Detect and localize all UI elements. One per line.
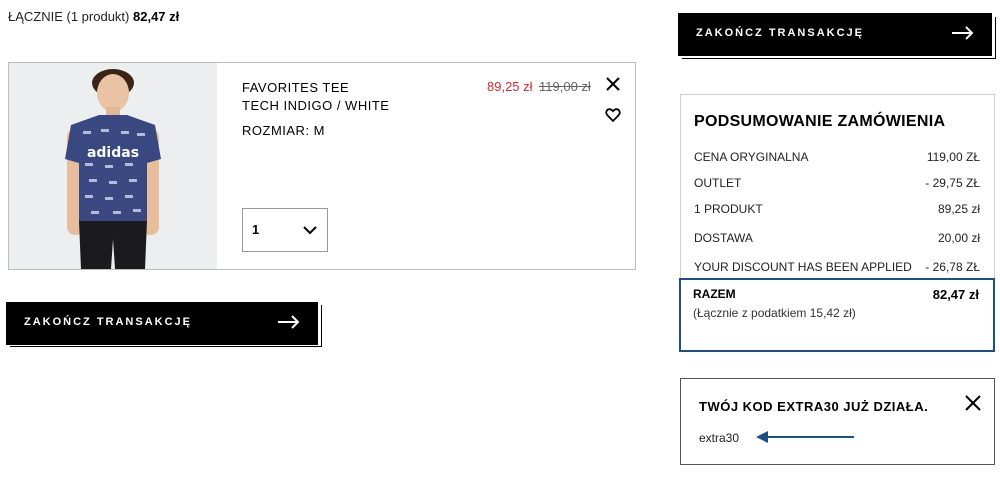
arrow-right-icon <box>952 26 974 40</box>
cart-total-line: ŁĄCZNIE (1 produkt) 82,47 zł <box>8 9 179 24</box>
close-icon <box>606 77 620 91</box>
original-price: 119,00 zł <box>539 79 591 94</box>
summary-row-label: CENA ORYGINALNA <box>694 150 809 164</box>
product-size: ROZMIAR: M <box>242 123 325 138</box>
cart-total-amount: 82,47 zł <box>133 9 180 24</box>
sale-price: 89,25 zł <box>487 79 533 94</box>
summary-row-value: 119,00 ZŁ <box>926 150 980 164</box>
summary-row-value: - 29,75 ZŁ <box>925 176 980 190</box>
summary-row-label: DOSTAWA <box>694 231 753 245</box>
checkout-button-label: ZAKOŃCZ TRANSAKCJĘ <box>696 27 864 39</box>
heart-icon <box>605 108 621 123</box>
summary-row-label: 1 PRODUKT <box>694 202 763 216</box>
quantity-select[interactable]: 1 <box>242 208 328 252</box>
summary-row: CENA ORYGINALNA 119,00 ZŁ <box>694 150 980 164</box>
promo-title: TWÓJ KOD EXTRA30 JUŻ DZIAŁA. <box>699 399 929 414</box>
summary-row-label: YOUR DISCOUNT HAS BEEN APPLIED <box>694 260 912 274</box>
chevron-down-icon <box>303 226 317 235</box>
summary-row-label: OUTLET <box>694 176 742 190</box>
remove-promo-button[interactable] <box>964 394 982 412</box>
shirt-logo: adidas <box>87 145 139 161</box>
summary-row-value: - 26,78 ZŁ <box>925 260 980 274</box>
summary-row: DOSTAWA 20,00 zł <box>694 231 980 245</box>
product-image[interactable]: adidas <box>9 63 217 269</box>
cart-item-card: adidas FAVORITES TEE TECH INDIGO / WHITE… <box>8 62 636 270</box>
product-color: TECH INDIGO / WHITE <box>242 98 390 113</box>
promo-code-value: extra30 <box>699 431 740 445</box>
promo-code-box: TWÓJ KOD EXTRA30 JUŻ DZIAŁA. extra30 <box>680 378 995 465</box>
quantity-value: 1 <box>252 222 260 237</box>
summary-row: YOUR DISCOUNT HAS BEEN APPLIED - 26,78 Z… <box>694 260 980 274</box>
summary-row: OUTLET - 29,75 ZŁ <box>694 176 980 190</box>
total-value: 82,47 zł <box>932 287 979 302</box>
checkout-button-top[interactable]: ZAKOŃCZ TRANSAKCJĘ <box>678 13 992 56</box>
cart-total-label: ŁĄCZNIE (1 produkt) <box>8 9 130 24</box>
summary-row-value: 89,25 zł <box>937 202 980 216</box>
checkout-button-bottom[interactable]: ZAKOŃCZ TRANSAKCJĘ <box>6 302 318 345</box>
total-label: RAZEM <box>693 287 736 301</box>
order-summary: PODSUMOWANIE ZAMÓWIENIA CENA ORYGINALNA … <box>679 94 995 352</box>
annotation-arrow-icon <box>756 431 854 443</box>
remove-item-button[interactable] <box>605 76 621 92</box>
close-icon <box>965 395 981 411</box>
wishlist-button[interactable] <box>605 107 621 123</box>
summary-row-value: 20,00 zł <box>937 231 980 245</box>
summary-total-box: RAZEM 82,47 zł (Łącznie z podatkiem 15,4… <box>679 278 995 352</box>
product-title[interactable]: FAVORITES TEE <box>242 79 389 97</box>
summary-title: PODSUMOWANIE ZAMÓWIENIA <box>694 113 946 130</box>
arrow-right-icon <box>278 315 300 329</box>
checkout-button-label: ZAKOŃCZ TRANSAKCJĘ <box>24 316 192 328</box>
product-name[interactable]: FAVORITES TEE TECH INDIGO / WHITE <box>242 79 389 115</box>
summary-row: 1 PRODUKT 89,25 zł <box>694 202 980 216</box>
tax-note: (Łącznie z podatkiem 15,42 zł) <box>693 306 856 320</box>
